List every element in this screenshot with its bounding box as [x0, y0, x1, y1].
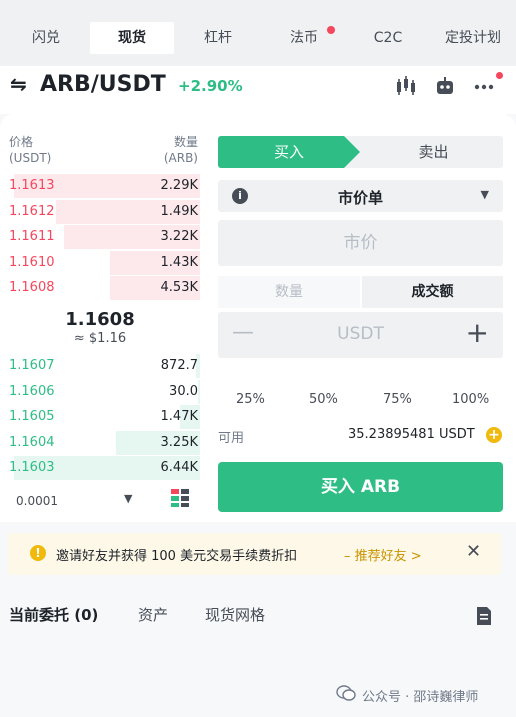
bid-row[interactable]: 1.1603 6.44K — [0, 456, 200, 481]
bid-row[interactable]: 1.1607 872.7 — [0, 354, 200, 378]
bid-price: 1.1604 — [9, 434, 55, 450]
ask-qty: 2.29K — [160, 178, 198, 193]
buy-sell-tabs: 买入 卖出 — [218, 136, 503, 168]
tab-assets[interactable]: 资产 — [138, 604, 168, 625]
notification-dot — [327, 26, 335, 34]
ask-row[interactable]: 1.1612 1.49K — [0, 199, 200, 224]
ask-row[interactable]: 1.1613 2.29K — [0, 174, 200, 198]
bot-icon[interactable] — [433, 74, 457, 98]
ask-row[interactable]: 1.1608 4.53K — [0, 276, 200, 301]
tab-recurring-plan[interactable]: 定投计划 — [430, 22, 516, 54]
order-type-select[interactable]: i 市价单 ▼ — [218, 180, 503, 212]
last-price[interactable]: 1.1608 — [0, 309, 200, 330]
mode-total[interactable]: 成交额 — [362, 276, 503, 308]
percent-25[interactable]: 25% — [236, 392, 265, 407]
order-type-label: 市价单 — [337, 189, 383, 207]
bid-qty: 6.44K — [160, 460, 198, 476]
mode-quantity[interactable]: 数量 — [218, 276, 360, 308]
depth-bar — [198, 379, 200, 404]
amount-mode-toggle: 数量 成交额 — [218, 276, 503, 308]
more-icon[interactable] — [472, 74, 496, 98]
ask-price: 1.1608 — [9, 280, 55, 296]
increase-button[interactable]: + — [466, 316, 489, 349]
bid-price: 1.1607 — [9, 358, 55, 373]
bid-price: 1.1603 — [9, 460, 55, 476]
ask-price: 1.1612 — [9, 203, 55, 219]
tab-swap[interactable]: 闪兑 — [4, 22, 88, 54]
ask-row[interactable]: 1.1611 3.22K — [0, 225, 200, 250]
available-label: 可用 — [218, 431, 245, 446]
bid-qty: 872.7 — [160, 358, 198, 373]
trading-pair[interactable]: ARB/USDT — [40, 72, 166, 97]
ask-price: 1.1611 — [9, 229, 55, 245]
price-header: 价格 (USDT) — [9, 135, 52, 165]
qty-header: 数量 (ARB) — [163, 135, 198, 165]
bid-qty: 3.25K — [160, 434, 198, 450]
tab-sell[interactable]: 卖出 — [364, 136, 503, 168]
close-icon[interactable]: ✕ — [466, 541, 481, 562]
referral-banner: ! 邀请好友并获得 100 美元交易手续费折扣 – 推荐好友 > ✕ — [8, 533, 501, 575]
bid-row[interactable]: 1.1605 1.47K — [0, 405, 200, 430]
tab-spot[interactable]: 现货 — [90, 22, 174, 54]
banner-message: 邀请好友并获得 100 美元交易手续费折扣 — [56, 549, 298, 564]
trading-panel: 价格 (USDT) 数量 (ARB) 1.1613 2.29K 1.1612 1.49… — [0, 114, 516, 717]
tab-margin[interactable]: 杠杆 — [176, 22, 260, 54]
price-field: 市价 — [218, 220, 503, 266]
ask-qty: 1.49K — [160, 203, 198, 219]
last-price-usd: ≈ $1.16 — [73, 331, 127, 346]
bid-row[interactable]: 1.1606 30.0 — [0, 379, 200, 404]
tab-buy[interactable]: 买入 — [218, 136, 360, 168]
percent-75[interactable]: 75% — [383, 392, 412, 407]
notification-dot — [496, 72, 503, 79]
candlestick-chart-icon[interactable] — [394, 74, 418, 98]
amount-input[interactable]: — USDT + — [218, 312, 503, 358]
available-balance: 35.23895481 USDT — [348, 427, 475, 442]
percent-100[interactable]: 100% — [452, 392, 489, 407]
ask-qty: 4.53K — [160, 280, 198, 296]
watermark: 公众号 · 邵诗巍律师 — [362, 690, 479, 705]
pair-header: ⇋ ARB/USDT +2.90% — [0, 66, 516, 114]
add-funds-icon[interactable]: + — [486, 427, 502, 443]
buy-button[interactable]: 买入 ARB — [218, 462, 503, 512]
price-change: +2.90% — [178, 77, 243, 95]
bid-price: 1.1606 — [9, 383, 55, 399]
bid-qty: 30.0 — [169, 383, 198, 399]
precision-select[interactable]: 0.0001 — [16, 494, 58, 508]
ask-price: 1.1610 — [9, 254, 55, 270]
tab-open-orders[interactable]: 当前委托 (0) — [9, 604, 98, 625]
swap-pair-icon[interactable]: ⇋ — [10, 72, 27, 96]
ask-price: 1.1613 — [9, 178, 55, 193]
chevron-down-icon: ▼ — [480, 188, 489, 201]
tab-spot-grid[interactable]: 现货网格 — [205, 604, 265, 625]
amount-unit: USDT — [337, 324, 384, 344]
orderbook-layout-icon[interactable] — [170, 488, 190, 508]
bid-price: 1.1605 — [9, 409, 55, 425]
tab-c2c[interactable]: C2C — [346, 22, 430, 54]
refer-friends-link[interactable]: – 推荐好友 > — [344, 545, 422, 564]
wechat-icon — [336, 685, 356, 701]
document-icon[interactable] — [476, 606, 492, 626]
alert-icon: ! — [30, 545, 46, 561]
ask-qty: 3.22K — [160, 229, 198, 245]
trade-card: 价格 (USDT) 数量 (ARB) 1.1613 2.29K 1.1612 1.49… — [0, 114, 516, 522]
chevron-down-icon[interactable]: ▼ — [124, 492, 132, 505]
ask-row[interactable]: 1.1610 1.43K — [0, 250, 200, 275]
bid-row[interactable]: 1.1604 3.25K — [0, 430, 200, 455]
ask-qty: 1.43K — [160, 254, 198, 270]
orders-tabs: 当前委托 (0) 资产 现货网格 — [0, 596, 516, 636]
bid-qty: 1.47K — [160, 409, 198, 425]
percent-50[interactable]: 50% — [309, 392, 338, 407]
market-type-tabs: 闪兑 现货 杠杆 法币 C2C 定投计划 — [0, 0, 516, 66]
